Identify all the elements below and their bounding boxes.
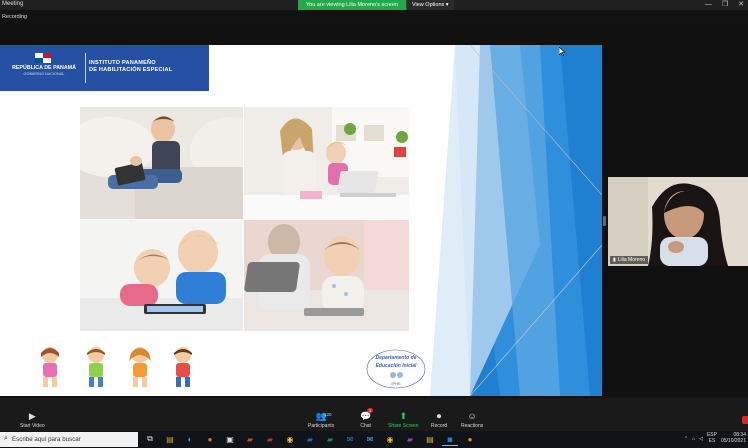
system-tray: ⌃ ⌂ ◁ ESP ES 08:34 05/10/2021 <box>684 432 746 444</box>
iphe-logo: REPÚBLICA DE PANAMÁ GOBIERNO NACIONAL IN… <box>0 45 209 91</box>
store-icon[interactable]: ▣ <box>222 433 238 446</box>
presentation-slide: REPÚBLICA DE PANAMÁ GOBIERNO NACIONAL IN… <box>0 45 602 396</box>
participant-video-tile[interactable]: ▮ Lilia Moreno <box>608 177 748 266</box>
participant-video-feed <box>608 177 748 266</box>
powerpoint-icon[interactable]: ▰ <box>242 433 258 446</box>
task-view-icon[interactable]: ⧉ <box>142 433 158 446</box>
logo-institute-line2: DE HABILITACIÓN ESPECIAL <box>89 67 173 73</box>
view-options-label: View Options <box>411 2 445 8</box>
show-hidden-icons-icon[interactable]: ⌃ <box>684 436 688 442</box>
search-placeholder: Escribe aquí para buscar <box>12 436 81 443</box>
chrome-icon[interactable]: ◉ <box>282 433 298 446</box>
network-icon[interactable]: ⌂ <box>692 436 695 442</box>
search-app-icon[interactable]: ● <box>462 433 478 446</box>
photo-boy-sofa-tablet <box>80 107 243 219</box>
department-logo: Departamento de Educación Inicial IPHE <box>366 349 426 389</box>
zoom-taskbar-icon[interactable]: ◙ <box>442 433 458 446</box>
photo-baby-bed-tablet <box>244 220 409 331</box>
panel-resize-handle[interactable] <box>603 216 606 226</box>
children-illustration <box>41 347 192 387</box>
recording-bar: Recording <box>0 10 748 24</box>
windows-taskbar: ⌕ Escribe aquí para buscar ⧉ ▤ ◐ ● ▣ ▰ ▰… <box>0 431 748 448</box>
restore-icon[interactable]: ❐ <box>722 0 728 10</box>
reaction-smiley-icon: ☺ <box>467 411 477 421</box>
taskbar-apps: ⧉ ▤ ◐ ● ▣ ▰ ▰ ◉ ▰ ▰ ✉ ✉ ◉ ▰ ▤ ◙ ● <box>142 433 478 446</box>
record-icon: ⏺ <box>436 411 442 421</box>
minimize-icon[interactable]: — <box>705 0 712 10</box>
dept-logo-line1: Departamento de <box>376 355 417 361</box>
file-explorer-pinned-icon[interactable]: ▤ <box>162 433 178 446</box>
participant-name-label: ▮ Lilia Moreno <box>610 256 649 264</box>
video-camera-off-icon: ▶ <box>28 411 36 421</box>
view-options-button[interactable]: View Options ▾ <box>405 0 454 10</box>
record-button[interactable]: ⏺ Record <box>431 411 447 429</box>
outlook-icon[interactable]: ✉ <box>342 433 358 446</box>
close-icon[interactable]: ✕ <box>738 0 744 10</box>
meeting-toolbar: ▶ Start Video 👥 120 Participants 💬 3 Cha… <box>0 398 748 431</box>
taskbar-clock[interactable]: 08:34 05/10/2021 <box>721 432 746 444</box>
volume-icon[interactable]: ◁ <box>699 436 703 442</box>
recording-label: Recording <box>2 14 28 20</box>
signal-bars-icon: ▮ <box>613 257 616 263</box>
panama-flag-icon <box>35 53 51 63</box>
language-indicator[interactable]: ESP ES <box>707 432 717 444</box>
mail-icon[interactable]: ✉ <box>362 433 378 446</box>
chrome-icon-2[interactable]: ◉ <box>382 433 398 446</box>
logo-country: REPÚBLICA DE PANAMÁ <box>12 65 76 71</box>
photo-mother-child-laptop <box>244 107 409 219</box>
share-screen-button[interactable]: ⬆ Share Screen <box>388 411 419 429</box>
chat-button[interactable]: 💬 3 Chat <box>360 408 374 429</box>
end-meeting-button[interactable] <box>742 416 748 424</box>
search-icon: ⌕ <box>4 435 8 442</box>
window-titlebar: Meeting You are viewing Lilia Moreno's s… <box>0 0 748 10</box>
share-banner: You are viewing Lilia Moreno's screen Vi… <box>298 0 454 10</box>
participants-button[interactable]: 👥 120 Participants <box>308 411 334 429</box>
file-explorer-icon[interactable]: ▤ <box>422 433 438 446</box>
dept-logo-line3: IPHE <box>391 381 401 386</box>
window-title: Meeting <box>2 1 24 7</box>
share-banner-message: You are viewing Lilia Moreno's screen <box>298 0 406 10</box>
firefox-icon[interactable]: ● <box>202 433 218 446</box>
taskbar-search-box[interactable]: ⌕ Escribe aquí para buscar <box>0 432 138 447</box>
excel-icon[interactable]: ▰ <box>322 433 338 446</box>
chat-badge: 3 <box>367 408 374 413</box>
word-icon[interactable]: ▰ <box>302 433 318 446</box>
reactions-button[interactable]: ☺ Reactions <box>461 411 483 429</box>
onenote-icon[interactable]: ▰ <box>402 433 418 446</box>
start-video-button[interactable]: ▶ Start Video <box>20 411 45 429</box>
logo-institute-line1: INSTITUTO PANAMEÑO <box>89 60 156 66</box>
logo-divider <box>85 53 86 83</box>
access-icon[interactable]: ▰ <box>262 433 278 446</box>
dept-logo-line2: Educación Inicial <box>376 363 417 369</box>
mouse-cursor-icon <box>559 47 565 56</box>
logo-government: GOBIERNO NACIONAL <box>23 72 65 76</box>
participants-count: 120 <box>324 412 332 417</box>
edge-browser-icon[interactable]: ◐ <box>182 433 198 446</box>
share-screen-icon: ⬆ <box>399 411 408 421</box>
photo-children-tablet <box>80 220 243 331</box>
